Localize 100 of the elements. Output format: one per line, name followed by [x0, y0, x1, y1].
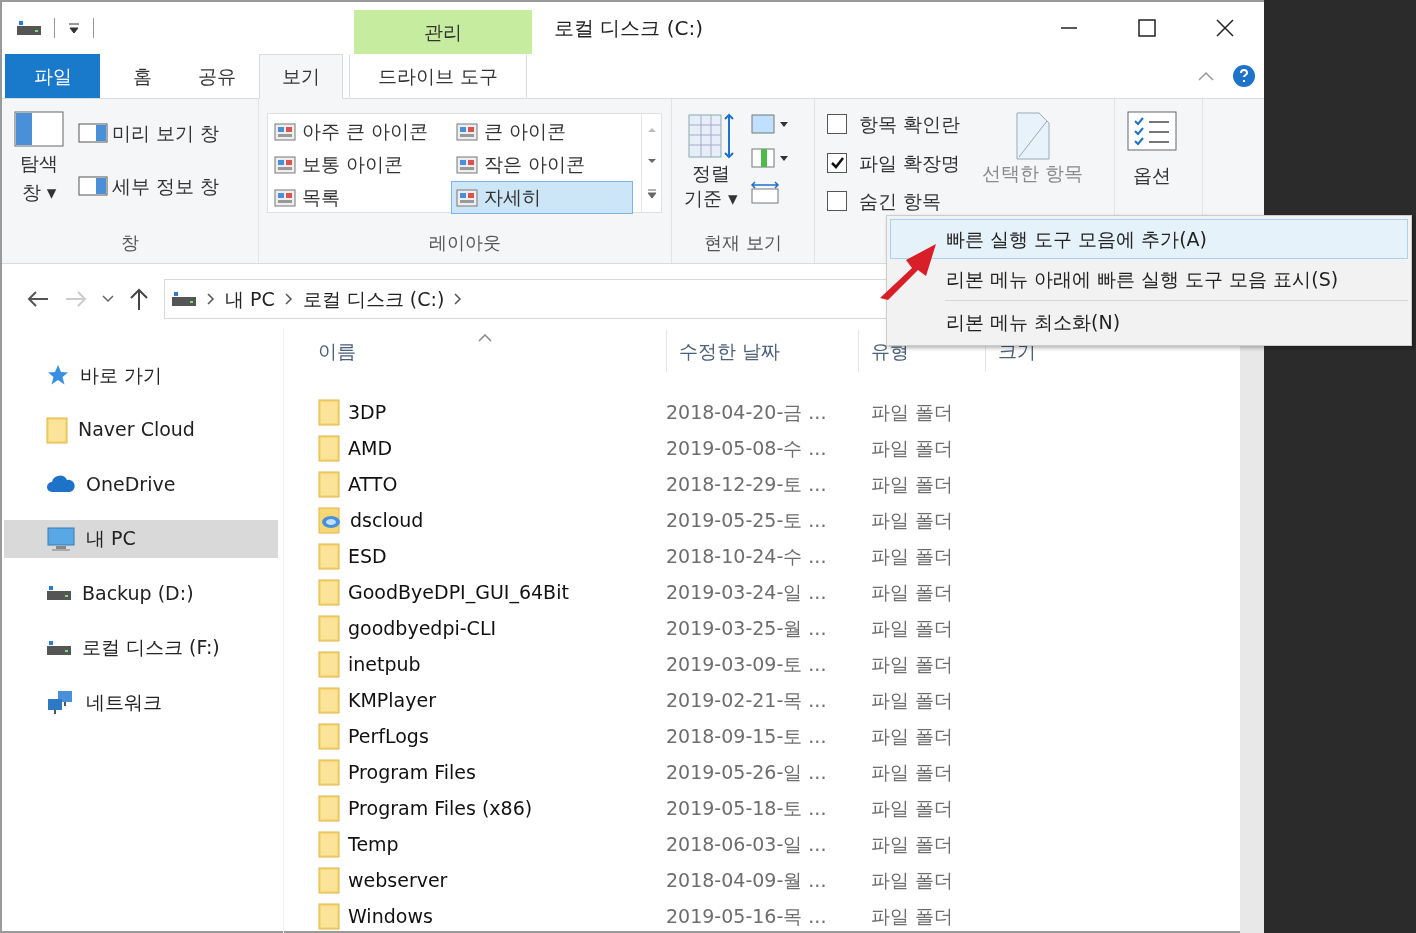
layout-option[interactable]: 큰 아이콘 [451, 115, 633, 148]
window-title: 로컬 디스크 (C:) [553, 15, 705, 42]
checkbox[interactable] [827, 191, 847, 212]
collapse-ribbon-icon[interactable] [1198, 71, 1214, 81]
add-columns-icon[interactable] [749, 145, 790, 171]
checkbox-option[interactable]: 항목 확인란 [823, 107, 965, 142]
layout-option[interactable]: 작은 아이콘 [451, 148, 633, 181]
nav-item[interactable]: Naver Cloud [4, 410, 278, 449]
file-date: 2018-10-24-수 ... [666, 543, 828, 569]
layout-option[interactable]: 보통 아이콘 [269, 148, 451, 181]
file-name[interactable]: ATTO [348, 469, 398, 499]
ribbon-tab[interactable]: 홈 [110, 54, 175, 98]
file-type: 파일 폴더 [871, 867, 955, 893]
layout-option[interactable]: 아주 큰 아이콘 [269, 115, 451, 148]
layout-option[interactable]: 목록 [269, 181, 451, 214]
back-icon[interactable] [26, 289, 50, 309]
checkmark-icon [830, 155, 844, 170]
group-by-icon[interactable] [749, 111, 790, 137]
file-name[interactable]: AMD [348, 433, 393, 463]
monitor-icon [46, 525, 76, 552]
file-name[interactable]: GoodByeDPI_GUI_64Bit [348, 577, 569, 607]
file-name[interactable]: webserver [348, 865, 448, 895]
folder-icon [318, 434, 340, 462]
file-type: 파일 폴더 [871, 759, 955, 785]
ribbon-tab[interactable]: 드라이브 도구 [349, 54, 527, 98]
file-name[interactable]: Windows [348, 901, 433, 931]
nav-item[interactable]: 네트워크 [4, 683, 278, 721]
expand-gallery-icon[interactable] [646, 189, 657, 200]
view-icon [274, 122, 296, 141]
up-icon[interactable] [128, 287, 150, 311]
folder-icon [318, 866, 340, 894]
ribbon-tab[interactable]: 파일 [5, 54, 100, 98]
file-type: 파일 폴더 [871, 543, 955, 569]
file-name[interactable]: 3DP [348, 397, 387, 427]
scroll-down-icon[interactable] [646, 158, 657, 164]
dropdown-icon[interactable] [102, 295, 114, 303]
group-label: 창 [120, 231, 140, 255]
drive-icon [16, 20, 42, 36]
file-date: 2018-04-20-금 ... [666, 399, 828, 425]
ribbon-tab[interactable]: 공유 [175, 54, 259, 98]
file-name[interactable]: Temp [348, 829, 399, 859]
checkbox[interactable] [827, 114, 847, 135]
nav-item[interactable]: 로컬 디스크 (F:) [4, 628, 278, 667]
file-type: 파일 폴더 [871, 723, 955, 749]
menu-item[interactable]: 빠른 실행 도구 모음에 추가(A) [890, 219, 1408, 259]
file-type: 파일 폴더 [871, 615, 955, 641]
file-date: 2019-05-25-토 ... [666, 507, 828, 533]
star-icon [46, 363, 70, 387]
ribbon-tab[interactable]: 보기 [259, 54, 343, 99]
file-type: 파일 폴더 [871, 507, 955, 533]
folder-icon [318, 758, 340, 786]
file-type: 파일 폴더 [871, 579, 955, 605]
file-name[interactable]: ESD [348, 541, 387, 571]
file-date: 2019-05-08-수 ... [666, 435, 828, 461]
chevron-icon [454, 293, 463, 305]
nav-item[interactable]: 바로 가기 [4, 356, 278, 394]
drive-icon [46, 639, 72, 656]
breadcrumb[interactable]: 로컬 디스크 (C:) [302, 284, 445, 314]
file-name[interactable]: inetpub [348, 649, 421, 679]
nav-item[interactable]: OneDrive [4, 465, 278, 503]
file-type: 파일 폴더 [871, 399, 955, 425]
file-type: 파일 폴더 [871, 795, 955, 821]
file-name[interactable]: KMPlayer [348, 685, 436, 715]
details-pane-icon [78, 175, 108, 196]
file-name[interactable]: Program Files [348, 757, 476, 787]
cloud-icon [46, 474, 76, 494]
nav-item[interactable]: 내 PC [4, 519, 278, 558]
file-date: 2019-05-18-토 ... [666, 795, 828, 821]
options-list-icon [1127, 111, 1177, 151]
checkbox-option[interactable]: 파일 확장명 [823, 145, 965, 180]
pane-button[interactable]: 세부 정보 창 [76, 167, 222, 204]
chevron-icon [284, 293, 293, 305]
column-header[interactable]: 이름 [318, 330, 666, 372]
breadcrumb[interactable]: 내 PC [225, 284, 275, 314]
help-icon[interactable] [1232, 64, 1256, 88]
pane-button[interactable]: 미리 보기 창 [76, 115, 222, 152]
file-date: 2019-03-25-월 ... [666, 615, 828, 641]
file-name[interactable]: PerfLogs [348, 721, 429, 751]
folder-icon [318, 686, 340, 714]
file-type: 파일 폴더 [871, 435, 955, 461]
file-date: 2018-06-03-일 ... [666, 831, 828, 857]
folder-icon [318, 542, 340, 570]
column-header[interactable]: 수정한 날짜 [667, 330, 858, 372]
close-icon[interactable] [1216, 19, 1234, 37]
layout-option[interactable]: 자세히 [451, 181, 633, 214]
file-date: 2019-05-26-일 ... [666, 759, 828, 785]
dropdown-icon[interactable] [67, 21, 81, 35]
checkbox-option[interactable]: 숨긴 항목 [823, 184, 965, 219]
file-name[interactable]: goodbyedpi-CLI [348, 613, 497, 643]
nav-item[interactable]: Backup (D:) [4, 574, 278, 612]
navigation-pane-button[interactable]: 탐색 창 ▾ [10, 107, 68, 229]
file-name[interactable]: Program Files (x86) [348, 793, 533, 823]
maximize-icon[interactable] [1138, 19, 1156, 37]
checkbox[interactable] [827, 152, 847, 173]
fit-columns-icon[interactable] [749, 179, 780, 205]
folder-icon [318, 794, 340, 822]
sort-by-button[interactable]: 정렬 기준 ▾ [680, 107, 742, 229]
preview-pane-icon [78, 123, 108, 144]
file-name[interactable]: dscloud [350, 505, 424, 535]
file-date: 2019-02-21-목 ... [666, 687, 828, 713]
